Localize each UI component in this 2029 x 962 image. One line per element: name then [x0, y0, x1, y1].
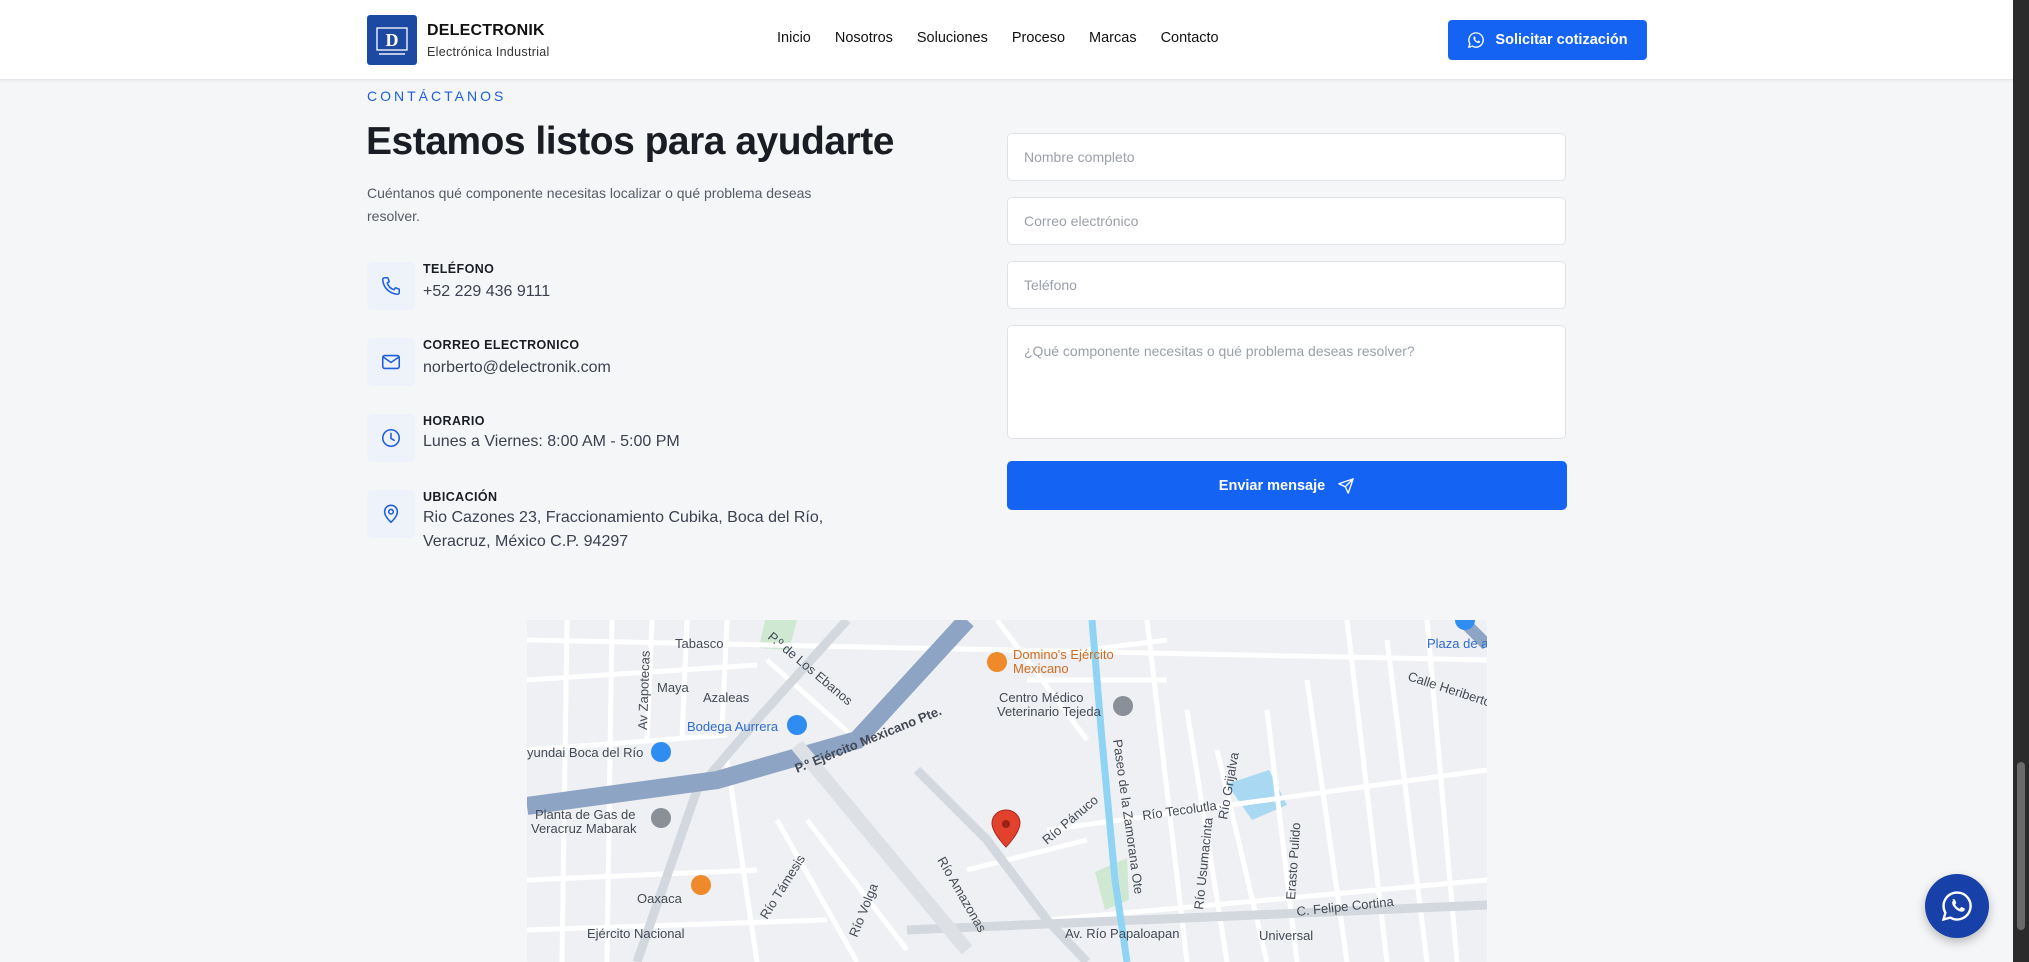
map-label-bodega: Bodega Aurrera — [687, 719, 779, 734]
restaurant-poi-icon — [987, 652, 1007, 672]
whatsapp-icon — [1468, 32, 1485, 49]
map-label-universal: Universal — [1259, 928, 1313, 943]
phone-icon — [381, 276, 401, 296]
hours-value: Lunes a Viernes: 8:00 AM - 5:00 PM — [423, 433, 680, 450]
map-label-papaloapan: Av. Río Papaloapan — [1065, 926, 1179, 941]
location-label: UBICACIÓN — [423, 490, 498, 504]
nav-nosotros[interactable]: Nosotros — [835, 30, 893, 46]
location-pin-icon — [383, 504, 399, 524]
nav-contacto[interactable]: Contacto — [1161, 30, 1219, 46]
nav-inicio[interactable]: Inicio — [777, 30, 811, 46]
site-header: D DELECTRONIK Electrónica Industrial Ini… — [0, 0, 2013, 80]
shopping-poi-icon — [787, 715, 807, 735]
location-line-1: Rio Cazones 23, Fraccionamiento Cubika, … — [423, 509, 824, 526]
restaurant-poi-icon-2 — [691, 875, 711, 895]
main-nav: Inicio Nosotros Soluciones Proceso Marca… — [777, 30, 1243, 46]
mail-icon — [381, 354, 401, 370]
map-label-ejercito-nacional: Ejército Nacional — [587, 926, 685, 941]
name-field[interactable] — [1007, 133, 1566, 181]
location-line-2: Veracruz, México C.P. 94297 — [423, 533, 629, 550]
message-field[interactable] — [1007, 325, 1566, 439]
send-message-button[interactable]: Enviar mensaje — [1007, 461, 1567, 510]
map-label-maya: Maya — [657, 680, 690, 695]
map-label-tabasco: Tabasco — [675, 636, 723, 651]
map-label-azaleas: Azaleas — [703, 690, 750, 705]
brand-logo[interactable]: D — [367, 15, 417, 65]
mail-icon-badge — [367, 338, 415, 386]
request-quote-button[interactable]: Solicitar cotización — [1448, 20, 1647, 60]
svg-text:D: D — [386, 30, 399, 50]
clock-icon-badge — [367, 414, 415, 462]
vet-poi-icon — [1113, 696, 1133, 716]
phone-value[interactable]: +52 229 436 9111 — [423, 280, 550, 304]
phone-label: TELÉFONO — [423, 262, 495, 276]
scrollbar-thumb[interactable] — [2017, 762, 2025, 930]
send-icon — [1338, 477, 1355, 494]
map-canvas: Domino's Ejército Mexicano Centro Médico… — [527, 620, 1487, 962]
page-scrollbar[interactable] — [2013, 0, 2029, 962]
map-label-oaxaca: Oaxaca — [637, 891, 683, 906]
gas-plant-poi-icon — [651, 808, 671, 828]
phone-icon-badge — [367, 262, 415, 310]
clock-icon — [381, 428, 401, 448]
car-dealer-poi-icon — [651, 742, 671, 762]
brand-name[interactable]: DELECTRONIK — [427, 22, 545, 40]
nav-soluciones[interactable]: Soluciones — [917, 30, 988, 46]
map-label-centro-2: Veterinario Tejeda — [997, 704, 1102, 719]
map-label-gas: Planta de Gas de — [535, 807, 635, 822]
section-title: Estamos listos para ayudarte — [366, 120, 894, 163]
hours-label: HORARIO — [423, 414, 485, 428]
map-label-plaza: Plaza de a — [1427, 636, 1487, 651]
nav-marcas[interactable]: Marcas — [1089, 30, 1137, 46]
map-label-dominos-2: Mexicano — [1013, 661, 1069, 676]
whatsapp-icon — [1941, 891, 1972, 922]
map-label-centro: Centro Médico — [999, 690, 1084, 705]
map-label-zapotecas: Av Zapotecas — [635, 650, 653, 730]
logo-emblem: D — [376, 27, 408, 55]
location-icon-badge — [367, 490, 415, 538]
whatsapp-float-button[interactable] — [1925, 874, 1989, 938]
request-quote-label: Solicitar cotización — [1495, 32, 1628, 48]
email-label: CORREO ELECTRONICO — [423, 338, 580, 352]
map-label-dominos: Domino's Ejército — [1013, 647, 1114, 662]
email-field[interactable] — [1007, 197, 1566, 245]
map-label-gas-2: Veracruz Mabarak — [531, 821, 637, 836]
nav-proceso[interactable]: Proceso — [1012, 30, 1065, 46]
location-map[interactable]: Domino's Ejército Mexicano Centro Médico… — [527, 620, 1487, 962]
brand-tagline: Electrónica Industrial — [427, 45, 550, 59]
section-description: Cuéntanos qué componente necesitas local… — [367, 185, 812, 224]
phone-field[interactable] — [1007, 261, 1566, 309]
map-label-hyundai: yundai Boca del Río — [527, 745, 643, 760]
send-message-label: Enviar mensaje — [1218, 477, 1326, 494]
email-value[interactable]: norberto@delectronik.com — [423, 356, 611, 380]
section-eyebrow: CONTÁCTANOS — [367, 88, 507, 104]
